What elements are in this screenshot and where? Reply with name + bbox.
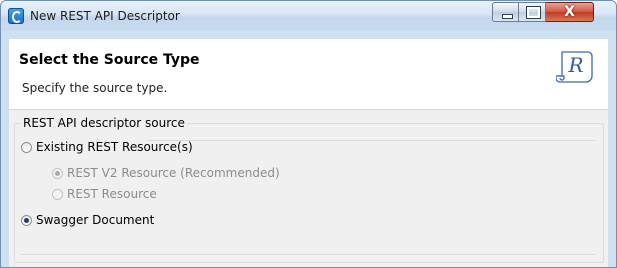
rest-resource-radio[interactable] bbox=[52, 188, 63, 200]
group-legend: REST API descriptor source bbox=[21, 116, 187, 130]
maximize-button[interactable] bbox=[519, 2, 546, 22]
option-label: REST Resource bbox=[67, 187, 157, 201]
close-icon: X bbox=[564, 4, 575, 20]
rest-descriptor-icon-letter: R bbox=[567, 53, 583, 77]
page-title: Select the Source Type bbox=[19, 52, 200, 68]
rest-descriptor-icon: R bbox=[556, 51, 593, 83]
group-bottom-separator bbox=[21, 254, 595, 255]
group-separator bbox=[147, 140, 595, 141]
minimize-button[interactable] bbox=[492, 2, 519, 22]
app-icon bbox=[8, 8, 24, 24]
wizard-body: REST API descriptor source Existing REST… bbox=[9, 110, 608, 267]
option-rest-v2-resource[interactable]: REST V2 Resource (Recommended) bbox=[52, 166, 280, 180]
existing-rest-resources-radio[interactable] bbox=[21, 141, 32, 153]
window-title: New REST API Descriptor bbox=[30, 9, 180, 23]
swagger-document-radio[interactable] bbox=[21, 214, 32, 226]
option-label: Existing REST Resource(s) bbox=[36, 140, 193, 154]
page-description: Specify the source type. bbox=[22, 81, 168, 95]
maximize-icon bbox=[519, 3, 545, 21]
minimize-icon bbox=[493, 3, 518, 21]
option-rest-resource[interactable]: REST Resource bbox=[52, 187, 157, 201]
title-bar[interactable]: New REST API Descriptor X bbox=[1, 1, 616, 31]
wizard-header: Select the Source Type Specify the sourc… bbox=[9, 39, 608, 110]
close-button[interactable]: X bbox=[546, 2, 594, 22]
source-group: REST API descriptor source Existing REST… bbox=[14, 116, 604, 263]
rest-v2-resource-radio[interactable] bbox=[52, 167, 63, 179]
option-label: Swagger Document bbox=[36, 213, 155, 227]
option-swagger-document[interactable]: Swagger Document bbox=[21, 213, 154, 227]
dialog-window: New REST API Descriptor X Select the Sou… bbox=[0, 0, 617, 268]
option-existing-rest-resources[interactable]: Existing REST Resource(s) bbox=[21, 140, 193, 154]
option-label: REST V2 Resource (Recommended) bbox=[67, 166, 280, 180]
